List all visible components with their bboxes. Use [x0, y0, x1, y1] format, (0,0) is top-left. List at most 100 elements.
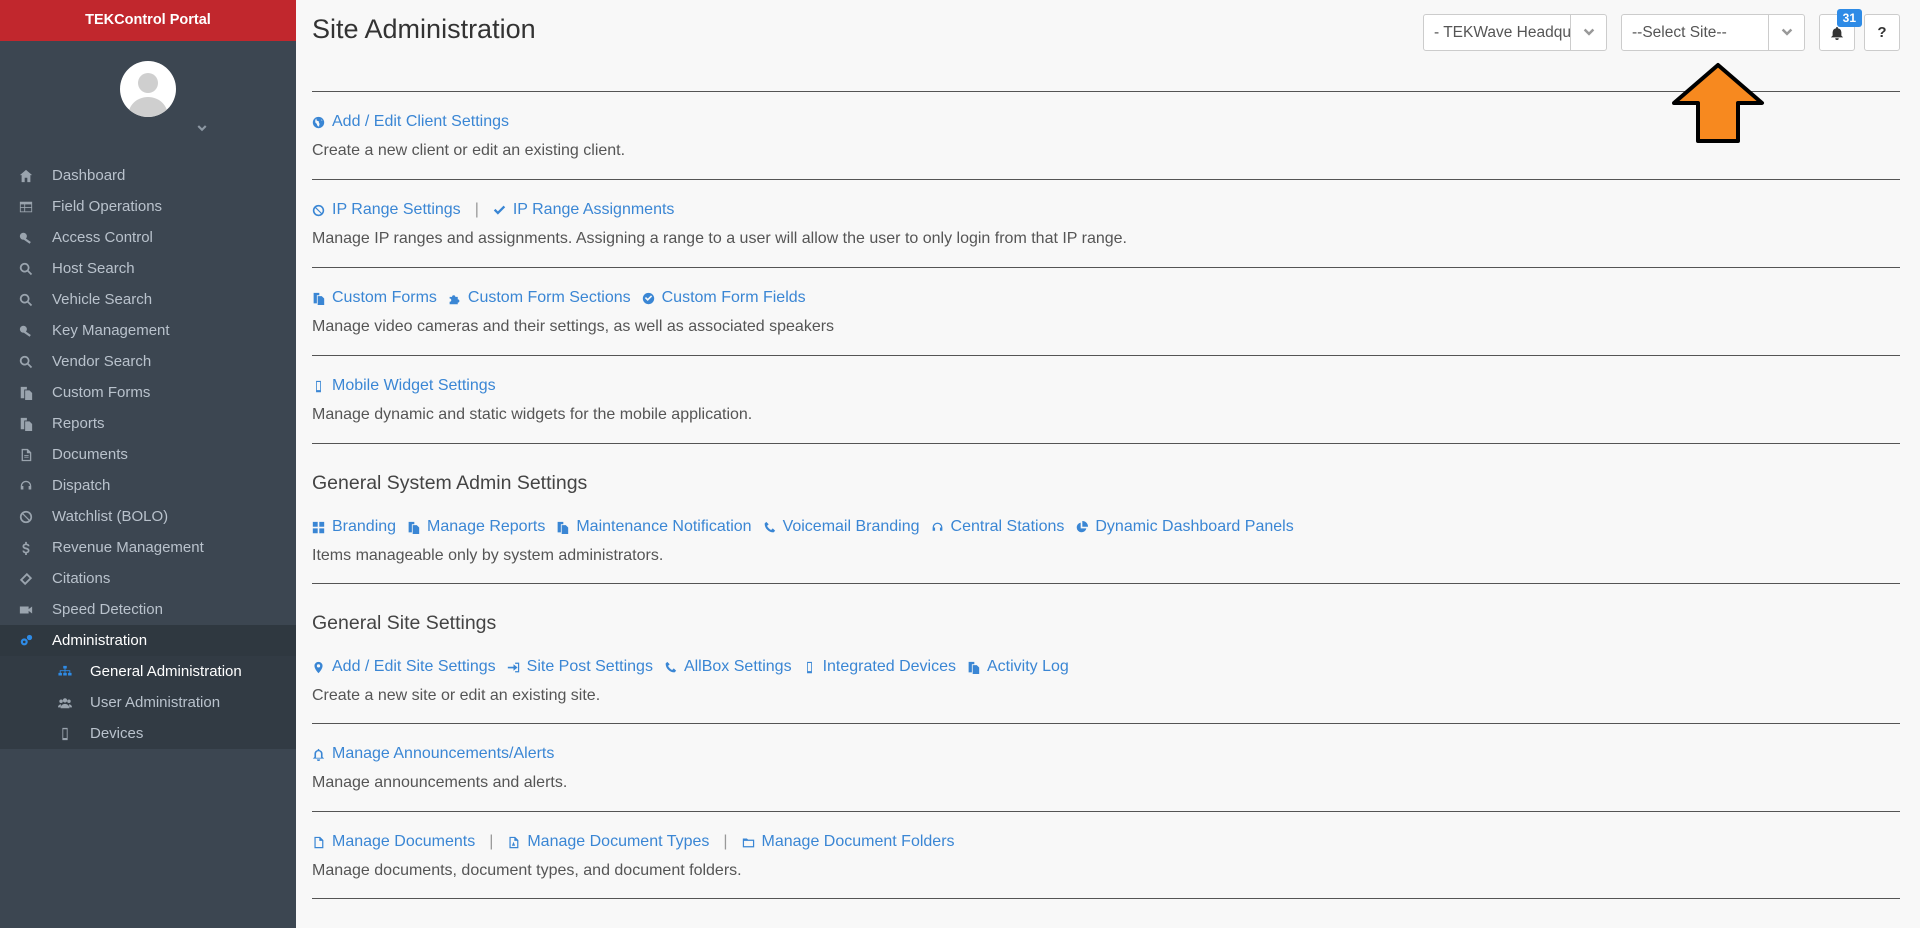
site-post-settings-link[interactable]: Site Post Settings: [507, 658, 653, 676]
link-label: Dynamic Dashboard Panels: [1095, 518, 1294, 535]
link-label: Voicemail Branding: [782, 518, 920, 535]
globe-icon: [312, 116, 325, 129]
section-description: Manage IP ranges and assignments. Assign…: [312, 230, 1127, 247]
chevron-down-icon[interactable]: [1570, 15, 1606, 50]
copy-icon: [0, 386, 52, 400]
chevron-down-icon[interactable]: [196, 122, 210, 134]
add-edit-client-settings-link[interactable]: Add / Edit Client Settings: [312, 113, 509, 131]
sidebar-item-custom-forms[interactable]: Custom Forms: [0, 377, 296, 408]
bell-icon: [1830, 26, 1844, 40]
sidebar-item-dashboard[interactable]: Dashboard: [0, 160, 296, 191]
headset-icon: [0, 479, 52, 493]
ticket-icon: [0, 572, 52, 586]
key-icon: [0, 231, 52, 245]
sidebar-subitem-user-administration[interactable]: User Administration: [0, 687, 296, 718]
allbox-settings-link[interactable]: AllBox Settings: [664, 658, 792, 676]
sidebar-item-label: Citations: [52, 570, 111, 587]
sidebar-item-host-search[interactable]: Host Search: [0, 253, 296, 284]
notifications-button[interactable]: 31: [1819, 9, 1862, 51]
dollar-icon: [0, 541, 52, 555]
th-icon: [312, 521, 325, 534]
link-label: Custom Form Sections: [467, 289, 631, 306]
sidebar-item-speed-detection[interactable]: Speed Detection: [0, 594, 296, 625]
sidebar-item-label: Field Operations: [52, 198, 163, 215]
custom-forms-link[interactable]: Custom Forms: [312, 289, 437, 307]
custom-form-fields-link[interactable]: Custom Form Fields: [642, 289, 806, 307]
sidebar-item-documents[interactable]: Documents: [0, 439, 296, 470]
sidebar-item-vehicle-search[interactable]: Vehicle Search: [0, 284, 296, 315]
central-stations-link[interactable]: Central Stations: [931, 518, 1065, 536]
manage-document-types-link[interactable]: Manage Document Types: [507, 833, 709, 851]
section-description: Items manageable only by system administ…: [312, 547, 664, 564]
sidebar-item-label: Host Search: [52, 260, 135, 277]
sidebar-item-label: Dispatch: [52, 477, 111, 494]
link-label: Maintenance Notification: [576, 518, 752, 535]
sidebar-item-watchlist[interactable]: Watchlist (BOLO): [0, 501, 296, 532]
custom-form-sections-link[interactable]: Custom Form Sections: [448, 289, 631, 307]
site-select-value: --Select Site--: [1632, 23, 1727, 41]
section-description: Manage documents, document types, and do…: [312, 862, 742, 879]
integrated-devices-link[interactable]: Integrated Devices: [803, 658, 956, 676]
sidebar-item-label: General Administration: [90, 663, 242, 680]
add-edit-site-settings-link[interactable]: Add / Edit Site Settings: [312, 658, 496, 676]
branding-link[interactable]: Branding: [312, 518, 396, 536]
sidebar-item-label: Custom Forms: [52, 384, 151, 401]
link-separator: |: [474, 201, 479, 218]
cogs-icon: [0, 634, 52, 648]
sidebar-item-label: Reports: [52, 415, 105, 432]
link-separator: |: [489, 833, 494, 850]
manage-document-folders-link[interactable]: Manage Document Folders: [742, 833, 955, 851]
activity-log-link[interactable]: Activity Log: [967, 658, 1069, 676]
link-label: Mobile Widget Settings: [332, 377, 496, 394]
sidebar-item-label: Speed Detection: [52, 601, 163, 618]
sidebar-item-label: Vendor Search: [52, 353, 152, 370]
chevron-down-icon[interactable]: [1768, 15, 1804, 50]
client-select[interactable]: - TEKWave Headqu: [1423, 14, 1607, 51]
sidebar-item-label: Key Management: [52, 322, 170, 339]
copy-icon: [0, 417, 52, 431]
link-label: Custom Forms: [332, 289, 437, 306]
mobile-widget-settings-link[interactable]: Mobile Widget Settings: [312, 377, 496, 395]
file-icon: [0, 448, 52, 462]
site-select[interactable]: --Select Site--: [1621, 14, 1805, 51]
sidebar-subitem-devices[interactable]: Devices: [0, 718, 296, 749]
sidebar-item-revenue-management[interactable]: Revenue Management: [0, 532, 296, 563]
map-marker-icon: [312, 661, 325, 674]
link-label: IP Range Settings: [332, 201, 461, 218]
sidebar-item-field-operations[interactable]: Field Operations: [0, 191, 296, 222]
ip-range-settings-link[interactable]: IP Range Settings: [312, 201, 461, 219]
brand-title: TEKControl Portal: [0, 0, 296, 41]
phone-icon: [664, 661, 677, 674]
sidebar-item-citations[interactable]: Citations: [0, 563, 296, 594]
sidebar-item-dispatch[interactable]: Dispatch: [0, 470, 296, 501]
sidebar-item-reports[interactable]: Reports: [0, 408, 296, 439]
mobile-icon: [312, 380, 325, 393]
voicemail-branding-link[interactable]: Voicemail Branding: [763, 518, 920, 536]
section-description: Manage video cameras and their settings,…: [312, 318, 835, 335]
ban-icon: [0, 510, 52, 524]
maintenance-notification-link[interactable]: Maintenance Notification: [556, 518, 752, 536]
sidebar-subitem-general-administration[interactable]: General Administration: [0, 656, 296, 687]
section-heading: General Site Settings: [312, 612, 497, 634]
search-icon: [0, 355, 52, 369]
manage-announcements-link[interactable]: Manage Announcements/Alerts: [312, 745, 554, 763]
copy-icon: [967, 661, 980, 674]
manage-reports-link[interactable]: Manage Reports: [407, 518, 545, 536]
link-label: Integrated Devices: [822, 658, 956, 675]
link-label: Central Stations: [950, 518, 1065, 535]
sidebar-item-vendor-search[interactable]: Vendor Search: [0, 346, 296, 377]
manage-documents-link[interactable]: Manage Documents: [312, 833, 475, 851]
sidebar-item-key-management[interactable]: Key Management: [0, 315, 296, 346]
check-circle-icon: [642, 292, 655, 305]
file-pdf-icon: [507, 836, 520, 849]
help-button[interactable]: ?: [1864, 14, 1900, 51]
avatar[interactable]: [120, 61, 176, 117]
file-icon: [312, 836, 325, 849]
ip-range-assignments-link[interactable]: IP Range Assignments: [493, 201, 674, 219]
arrow-up-icon: [1672, 63, 1764, 143]
link-label: Activity Log: [986, 658, 1069, 675]
dynamic-dashboard-panels-link[interactable]: Dynamic Dashboard Panels: [1075, 518, 1294, 536]
sidebar-item-access-control[interactable]: Access Control: [0, 222, 296, 253]
link-label: Manage Document Types: [527, 833, 710, 850]
sidebar-item-administration[interactable]: Administration: [0, 625, 296, 656]
